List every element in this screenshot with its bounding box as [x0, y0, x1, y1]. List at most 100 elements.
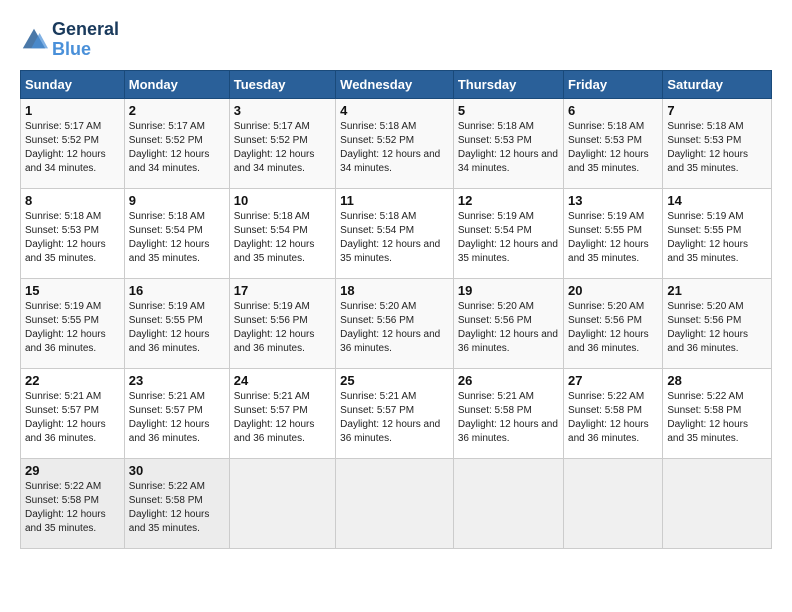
calendar-week-2: 8 Sunrise: 5:18 AM Sunset: 5:53 PM Dayli… — [21, 188, 772, 278]
day-number: 15 — [25, 283, 120, 298]
calendar-cell: 10 Sunrise: 5:18 AM Sunset: 5:54 PM Dayl… — [229, 188, 335, 278]
header-day-wednesday: Wednesday — [336, 70, 454, 98]
day-info: Sunrise: 5:21 AM Sunset: 5:57 PM Dayligh… — [234, 390, 331, 446]
day-number: 22 — [25, 373, 120, 388]
day-info: Sunrise: 5:18 AM Sunset: 5:53 PM Dayligh… — [667, 120, 767, 176]
day-number: 12 — [458, 193, 559, 208]
calendar-cell: 1 Sunrise: 5:17 AM Sunset: 5:52 PM Dayli… — [21, 98, 125, 188]
day-info: Sunrise: 5:17 AM Sunset: 5:52 PM Dayligh… — [234, 120, 331, 176]
calendar-cell: 23 Sunrise: 5:21 AM Sunset: 5:57 PM Dayl… — [124, 368, 229, 458]
calendar-cell: 4 Sunrise: 5:18 AM Sunset: 5:52 PM Dayli… — [336, 98, 454, 188]
day-info: Sunrise: 5:19 AM Sunset: 5:55 PM Dayligh… — [568, 210, 658, 266]
calendar-cell: 20 Sunrise: 5:20 AM Sunset: 5:56 PM Dayl… — [564, 278, 663, 368]
day-number: 10 — [234, 193, 331, 208]
day-number: 8 — [25, 193, 120, 208]
day-number: 21 — [667, 283, 767, 298]
day-number: 7 — [667, 103, 767, 118]
calendar-cell: 22 Sunrise: 5:21 AM Sunset: 5:57 PM Dayl… — [21, 368, 125, 458]
calendar-week-4: 22 Sunrise: 5:21 AM Sunset: 5:57 PM Dayl… — [21, 368, 772, 458]
calendar-cell — [336, 458, 454, 548]
day-number: 16 — [129, 283, 225, 298]
calendar-cell: 11 Sunrise: 5:18 AM Sunset: 5:54 PM Dayl… — [336, 188, 454, 278]
calendar-cell: 5 Sunrise: 5:18 AM Sunset: 5:53 PM Dayli… — [453, 98, 563, 188]
day-info: Sunrise: 5:22 AM Sunset: 5:58 PM Dayligh… — [667, 390, 767, 446]
day-info: Sunrise: 5:18 AM Sunset: 5:54 PM Dayligh… — [340, 210, 449, 266]
calendar-week-3: 15 Sunrise: 5:19 AM Sunset: 5:55 PM Dayl… — [21, 278, 772, 368]
day-info: Sunrise: 5:19 AM Sunset: 5:55 PM Dayligh… — [129, 300, 225, 356]
calendar-cell: 14 Sunrise: 5:19 AM Sunset: 5:55 PM Dayl… — [663, 188, 772, 278]
day-number: 11 — [340, 193, 449, 208]
header-day-monday: Monday — [124, 70, 229, 98]
logo-icon — [20, 26, 48, 54]
day-number: 19 — [458, 283, 559, 298]
logo: General Blue — [20, 20, 119, 60]
day-number: 27 — [568, 373, 658, 388]
day-number: 25 — [340, 373, 449, 388]
calendar-cell — [663, 458, 772, 548]
day-number: 30 — [129, 463, 225, 478]
calendar-cell — [229, 458, 335, 548]
header-day-sunday: Sunday — [21, 70, 125, 98]
day-info: Sunrise: 5:18 AM Sunset: 5:53 PM Dayligh… — [25, 210, 120, 266]
calendar-cell: 18 Sunrise: 5:20 AM Sunset: 5:56 PM Dayl… — [336, 278, 454, 368]
day-info: Sunrise: 5:18 AM Sunset: 5:54 PM Dayligh… — [234, 210, 331, 266]
day-info: Sunrise: 5:18 AM Sunset: 5:54 PM Dayligh… — [129, 210, 225, 266]
day-info: Sunrise: 5:22 AM Sunset: 5:58 PM Dayligh… — [25, 480, 120, 536]
calendar-cell: 24 Sunrise: 5:21 AM Sunset: 5:57 PM Dayl… — [229, 368, 335, 458]
day-info: Sunrise: 5:22 AM Sunset: 5:58 PM Dayligh… — [568, 390, 658, 446]
day-info: Sunrise: 5:17 AM Sunset: 5:52 PM Dayligh… — [129, 120, 225, 176]
day-number: 20 — [568, 283, 658, 298]
calendar-cell: 21 Sunrise: 5:20 AM Sunset: 5:56 PM Dayl… — [663, 278, 772, 368]
day-info: Sunrise: 5:18 AM Sunset: 5:53 PM Dayligh… — [458, 120, 559, 176]
page-header: General Blue — [20, 20, 772, 60]
day-number: 26 — [458, 373, 559, 388]
day-info: Sunrise: 5:19 AM Sunset: 5:55 PM Dayligh… — [667, 210, 767, 266]
calendar-cell: 12 Sunrise: 5:19 AM Sunset: 5:54 PM Dayl… — [453, 188, 563, 278]
day-number: 3 — [234, 103, 331, 118]
day-number: 4 — [340, 103, 449, 118]
day-number: 2 — [129, 103, 225, 118]
calendar-cell: 3 Sunrise: 5:17 AM Sunset: 5:52 PM Dayli… — [229, 98, 335, 188]
day-info: Sunrise: 5:17 AM Sunset: 5:52 PM Dayligh… — [25, 120, 120, 176]
day-info: Sunrise: 5:19 AM Sunset: 5:54 PM Dayligh… — [458, 210, 559, 266]
day-number: 23 — [129, 373, 225, 388]
calendar-cell: 15 Sunrise: 5:19 AM Sunset: 5:55 PM Dayl… — [21, 278, 125, 368]
header-day-thursday: Thursday — [453, 70, 563, 98]
day-info: Sunrise: 5:20 AM Sunset: 5:56 PM Dayligh… — [340, 300, 449, 356]
day-number: 24 — [234, 373, 331, 388]
calendar-body: 1 Sunrise: 5:17 AM Sunset: 5:52 PM Dayli… — [21, 98, 772, 548]
day-number: 1 — [25, 103, 120, 118]
calendar-cell — [564, 458, 663, 548]
calendar-cell: 13 Sunrise: 5:19 AM Sunset: 5:55 PM Dayl… — [564, 188, 663, 278]
calendar-cell: 17 Sunrise: 5:19 AM Sunset: 5:56 PM Dayl… — [229, 278, 335, 368]
calendar-table: SundayMondayTuesdayWednesdayThursdayFrid… — [20, 70, 772, 549]
calendar-cell: 28 Sunrise: 5:22 AM Sunset: 5:58 PM Dayl… — [663, 368, 772, 458]
calendar-week-5: 29 Sunrise: 5:22 AM Sunset: 5:58 PM Dayl… — [21, 458, 772, 548]
day-info: Sunrise: 5:21 AM Sunset: 5:57 PM Dayligh… — [340, 390, 449, 446]
calendar-cell: 30 Sunrise: 5:22 AM Sunset: 5:58 PM Dayl… — [124, 458, 229, 548]
day-number: 13 — [568, 193, 658, 208]
day-info: Sunrise: 5:21 AM Sunset: 5:57 PM Dayligh… — [129, 390, 225, 446]
calendar-cell: 27 Sunrise: 5:22 AM Sunset: 5:58 PM Dayl… — [564, 368, 663, 458]
day-info: Sunrise: 5:18 AM Sunset: 5:53 PM Dayligh… — [568, 120, 658, 176]
calendar-cell: 25 Sunrise: 5:21 AM Sunset: 5:57 PM Dayl… — [336, 368, 454, 458]
day-number: 29 — [25, 463, 120, 478]
header-day-friday: Friday — [564, 70, 663, 98]
day-info: Sunrise: 5:19 AM Sunset: 5:56 PM Dayligh… — [234, 300, 331, 356]
header-day-tuesday: Tuesday — [229, 70, 335, 98]
day-info: Sunrise: 5:19 AM Sunset: 5:55 PM Dayligh… — [25, 300, 120, 356]
calendar-cell: 2 Sunrise: 5:17 AM Sunset: 5:52 PM Dayli… — [124, 98, 229, 188]
day-info: Sunrise: 5:18 AM Sunset: 5:52 PM Dayligh… — [340, 120, 449, 176]
header-row: SundayMondayTuesdayWednesdayThursdayFrid… — [21, 70, 772, 98]
day-number: 6 — [568, 103, 658, 118]
day-info: Sunrise: 5:21 AM Sunset: 5:57 PM Dayligh… — [25, 390, 120, 446]
logo-text: General Blue — [52, 20, 119, 60]
calendar-cell: 6 Sunrise: 5:18 AM Sunset: 5:53 PM Dayli… — [564, 98, 663, 188]
day-info: Sunrise: 5:20 AM Sunset: 5:56 PM Dayligh… — [568, 300, 658, 356]
calendar-cell: 7 Sunrise: 5:18 AM Sunset: 5:53 PM Dayli… — [663, 98, 772, 188]
calendar-week-1: 1 Sunrise: 5:17 AM Sunset: 5:52 PM Dayli… — [21, 98, 772, 188]
header-day-saturday: Saturday — [663, 70, 772, 98]
calendar-cell: 19 Sunrise: 5:20 AM Sunset: 5:56 PM Dayl… — [453, 278, 563, 368]
calendar-header: SundayMondayTuesdayWednesdayThursdayFrid… — [21, 70, 772, 98]
calendar-cell: 26 Sunrise: 5:21 AM Sunset: 5:58 PM Dayl… — [453, 368, 563, 458]
